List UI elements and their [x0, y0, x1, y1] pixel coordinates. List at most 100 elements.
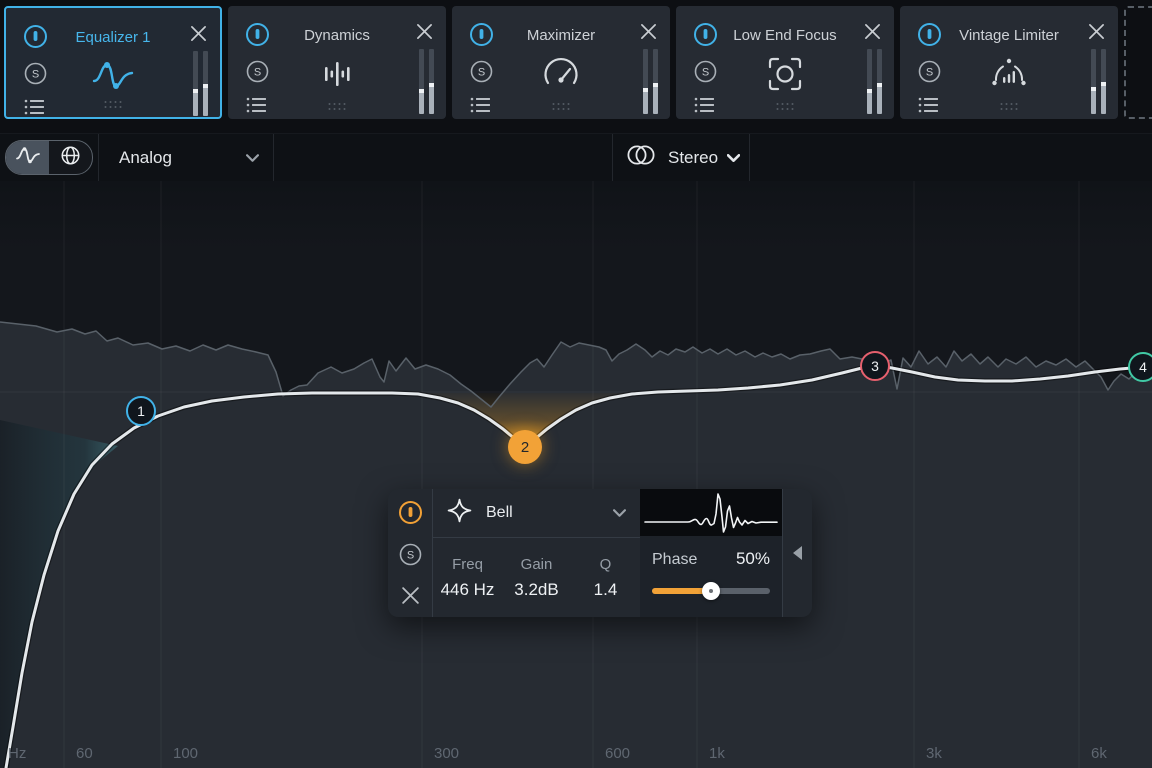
module-title: Dynamics	[270, 27, 404, 44]
power-button[interactable]	[468, 21, 495, 48]
module-card-maximizer[interactable]: S Maximizer	[452, 6, 670, 119]
gain-field[interactable]: Gain 3.2dB	[502, 538, 571, 617]
globe-icon	[59, 144, 82, 172]
stereo-icon	[623, 142, 659, 173]
axis-unit-label: Hz	[8, 745, 26, 762]
solo-button[interactable]: S	[917, 59, 942, 84]
phase-section: Phase 50%	[640, 536, 782, 617]
freq-field[interactable]: Freq 446 Hz	[433, 538, 502, 617]
freq-value: 446 Hz	[441, 580, 495, 600]
band-panel-controls: S	[388, 489, 433, 617]
close-icon[interactable]	[190, 25, 207, 42]
module-meters	[1091, 49, 1106, 114]
band-power-button[interactable]	[397, 499, 424, 526]
eq-spectrum-display[interactable]: 1234 Hz601003006001k3k6k S Bell Freq 446…	[0, 181, 1152, 768]
eq-curve-icon	[15, 143, 41, 172]
band-delete-button[interactable]	[401, 586, 420, 605]
phase-value: 50%	[736, 549, 770, 569]
module-meters	[193, 51, 208, 116]
module-card-low-end-focus[interactable]: S Low End Focus	[676, 6, 894, 119]
close-icon[interactable]	[640, 23, 657, 40]
chevron-down-icon	[246, 149, 259, 167]
solo-button[interactable]: S	[469, 59, 494, 84]
filter-shape-dropdown[interactable]: Bell	[433, 489, 640, 538]
freq-label: Freq	[452, 556, 483, 573]
equalizer-icon	[90, 54, 136, 98]
axis-tick-label: 6k	[1091, 745, 1107, 762]
q-label: Q	[600, 556, 612, 573]
impulse-response-display	[640, 489, 782, 536]
module-card-dynamics[interactable]: S Dynamics	[228, 6, 446, 119]
low-end-focus-icon	[762, 52, 808, 96]
axis-tick-label: 300	[434, 745, 459, 762]
eq-node-1[interactable]: 1	[126, 396, 156, 426]
axis-tick-label: 600	[605, 745, 630, 762]
drag-handle-dots[interactable]	[553, 103, 570, 110]
maximizer-icon	[538, 52, 584, 96]
spectrum-view-button[interactable]	[49, 141, 92, 174]
close-icon[interactable]	[416, 23, 433, 40]
drag-handle-dots[interactable]	[777, 103, 794, 110]
eq-node-3[interactable]: 3	[860, 351, 890, 381]
phase-slider-knob[interactable]	[702, 582, 720, 600]
view-toggle	[0, 134, 99, 181]
axis-tick-label: 60	[76, 745, 93, 762]
power-button[interactable]	[692, 21, 719, 48]
module-card-vintage-limiter[interactable]: S Vintage Limiter	[900, 6, 1118, 119]
svg-text:S: S	[407, 550, 414, 562]
module-title: Low End Focus	[718, 27, 852, 44]
bell-shape-icon	[446, 497, 473, 529]
preset-list-button[interactable]	[694, 96, 716, 114]
band-solo-button[interactable]: S	[398, 542, 423, 567]
svg-text:S: S	[254, 67, 261, 79]
module-card-equalizer[interactable]: S Equalizer 1	[4, 6, 222, 119]
chevron-down-icon	[613, 509, 626, 517]
drag-handle-dots[interactable]	[1001, 103, 1018, 110]
panel-collapse-button[interactable]	[782, 489, 812, 617]
channel-value: Stereo	[668, 148, 718, 168]
channel-dropdown[interactable]: Stereo	[613, 134, 750, 181]
solo-button[interactable]: S	[245, 59, 270, 84]
module-meters	[419, 49, 434, 114]
close-icon[interactable]	[1088, 23, 1105, 40]
power-button[interactable]	[22, 23, 49, 50]
drag-handle-dots[interactable]	[105, 101, 122, 108]
module-title: Maximizer	[494, 27, 628, 44]
plugin-window: S Equalizer 1 S Dynamics S Maximizer	[0, 0, 1152, 768]
axis-tick-label: 1k	[709, 745, 725, 762]
band-values: Freq 446 Hz Gain 3.2dB Q 1.4	[433, 538, 640, 617]
svg-text:S: S	[702, 67, 709, 79]
view-toggle-pill	[5, 140, 93, 175]
eq-node-4[interactable]: 4	[1128, 352, 1152, 382]
chevron-down-icon	[727, 149, 740, 167]
filter-shape-value: Bell	[486, 504, 513, 522]
empty-module-slot[interactable]	[1124, 6, 1152, 119]
phase-slider[interactable]	[652, 582, 770, 600]
preset-list-button[interactable]	[24, 98, 46, 116]
eq-curve-view-button[interactable]	[6, 141, 49, 174]
module-meters	[643, 49, 658, 114]
vintage-limiter-icon	[986, 52, 1032, 96]
phase-label: Phase	[652, 551, 697, 569]
module-title: Equalizer 1	[48, 29, 178, 46]
svg-text:S: S	[478, 67, 485, 79]
gain-value: 3.2dB	[514, 580, 558, 600]
preset-dropdown[interactable]: Analog	[99, 134, 274, 181]
module-title: Vintage Limiter	[942, 27, 1076, 44]
preset-list-button[interactable]	[246, 96, 268, 114]
power-button[interactable]	[916, 21, 943, 48]
power-button[interactable]	[244, 21, 271, 48]
solo-button[interactable]: S	[23, 61, 48, 86]
preset-list-button[interactable]	[918, 96, 940, 114]
q-value: 1.4	[594, 580, 618, 600]
eq-node-2[interactable]: 2	[508, 430, 542, 464]
close-icon[interactable]	[864, 23, 881, 40]
svg-text:S: S	[926, 67, 933, 79]
drag-handle-dots[interactable]	[329, 103, 346, 110]
preset-list-button[interactable]	[470, 96, 492, 114]
toolbar-spacer	[750, 134, 1152, 181]
solo-button[interactable]: S	[693, 59, 718, 84]
triangle-left-icon	[793, 546, 802, 560]
dynamics-icon	[314, 52, 360, 96]
q-field[interactable]: Q 1.4	[571, 538, 640, 617]
